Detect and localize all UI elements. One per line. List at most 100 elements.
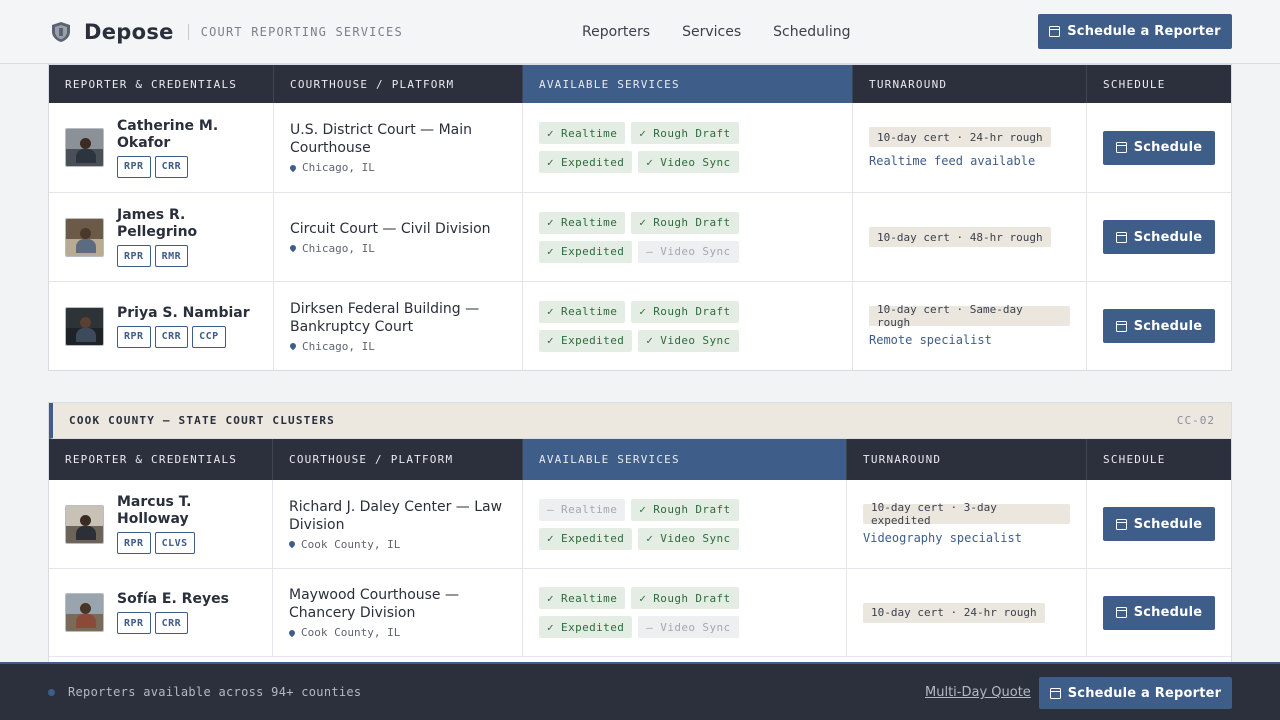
- reporter-name: James R.: [117, 207, 186, 223]
- logo[interactable]: Depose: [52, 20, 174, 44]
- turnaround-badge: 10-day cert · 3-day expedited: [863, 501, 1070, 527]
- turnaround-cell: 10-day cert · 48-hr rough: [853, 193, 1087, 281]
- credential-badge: RPR: [117, 612, 151, 634]
- reporter-name: Marcus T.: [117, 494, 192, 510]
- turnaround-note: Videography specialist: [863, 530, 1022, 545]
- main-nav: Reporters Services Scheduling: [582, 0, 851, 64]
- reporter-name-line2: Pellegrino: [117, 224, 198, 240]
- turnaround-cell: 10-day cert · 3-day expedited Videograph…: [847, 480, 1087, 568]
- courthouse-name: Maywood Courthouse —: [289, 587, 459, 603]
- schedule-button[interactable]: Schedule: [1103, 507, 1215, 541]
- service-tag-unavailable: – Video Sync: [638, 616, 739, 638]
- calendar-icon: [1115, 607, 1127, 618]
- service-tag: ✓ Realtime: [539, 587, 626, 609]
- service-tag: ✓ Rough Draft: [631, 211, 739, 234]
- status-dot-icon: [48, 688, 55, 696]
- col-courthouse: COURTHOUSE / PLATFORM: [274, 65, 523, 103]
- credential-badge: RMR: [154, 245, 189, 267]
- col-schedule: SCHEDULE: [1103, 453, 1166, 466]
- calendar-icon: [1049, 687, 1061, 699]
- courthouse-name-line2: Division: [289, 516, 345, 533]
- turnaround-note: Remote specialist: [869, 332, 992, 347]
- col-turnaround: TURNAROUND: [847, 439, 1087, 480]
- sticky-footer: Reporters available across 94+ counties …: [0, 662, 1280, 720]
- courthouse-location: Cook County, IL: [301, 626, 401, 639]
- schedule-reporter-button[interactable]: Schedule a Reporter: [1038, 14, 1232, 49]
- calendar-icon: [1115, 231, 1127, 243]
- service-tag: ✓ Video Sync: [638, 527, 739, 550]
- avatar: [65, 217, 104, 257]
- service-tag: ✓ Realtime: [539, 211, 626, 234]
- courthouse-location: Cook County, IL: [301, 537, 401, 551]
- courthouse-cell: Maywood Courthouse — Chancery Division C…: [273, 569, 523, 656]
- brand-name: Depose: [84, 19, 174, 44]
- footer-schedule-reporter-button[interactable]: Schedule a Reporter: [1039, 677, 1232, 709]
- courthouse-cell: U.S. District Court — Main Courthouse Ch…: [274, 103, 523, 192]
- col-turnaround: TURNAROUND: [853, 65, 1087, 103]
- avatar: [65, 504, 104, 544]
- location-pin-icon: [287, 539, 297, 549]
- schedule-cell: Schedule: [1087, 282, 1231, 370]
- courthouse-location: Chicago, IL: [302, 161, 375, 174]
- col-reporter: REPORTER & CREDENTIALS: [49, 65, 274, 103]
- service-tag: ✓ Expedited: [539, 151, 633, 173]
- services-cell: – Realtime ✓ Rough Draft ✓ Expedited ✓ V…: [523, 480, 847, 568]
- schedule-button-label: Schedule: [1133, 605, 1203, 620]
- table-header: REPORTER & CREDENTIALS COURTHOUSE / PLAT…: [49, 439, 1231, 480]
- schedule-button-label: Schedule: [1133, 318, 1203, 334]
- turnaround-badge: 10-day cert · 24-hr rough: [869, 127, 1051, 147]
- credential-badge: RPR: [117, 155, 151, 178]
- turnaround-badge: 10-day cert · 48-hr rough: [869, 227, 1051, 247]
- turnaround-badge: 10-day cert · 24-hr rough: [863, 602, 1045, 623]
- reporter-table-1: REPORTER & CREDENTIALS COURTHOUSE / PLAT…: [48, 64, 1232, 371]
- col-reporter: REPORTER & CREDENTIALS: [49, 439, 273, 480]
- turnaround-badge: 10-day cert · Same-day rough: [869, 303, 1070, 329]
- courthouse-cell: Dirksen Federal Building — Bankruptcy Co…: [274, 282, 523, 370]
- credential-badge: RPR: [117, 532, 151, 554]
- credential-badge: RPR: [117, 325, 151, 348]
- courthouse-cell: Richard J. Daley Center — Law Division C…: [273, 480, 523, 568]
- courthouse-name: Dirksen Federal Building —: [290, 300, 480, 317]
- services-cell: ✓ Realtime ✓ Rough Draft ✓ Expedited – V…: [523, 569, 847, 656]
- table-row: James R. Pellegrino RPR RMR Circuit Cour…: [49, 193, 1231, 282]
- schedule-button[interactable]: Schedule: [1103, 130, 1215, 165]
- credential-badge: CLVS: [154, 532, 195, 554]
- calendar-icon: [1115, 320, 1127, 332]
- schedule-button-label: Schedule: [1133, 229, 1203, 245]
- schedule-cell: Schedule: [1087, 480, 1231, 568]
- footer-schedule-reporter-label: Schedule a Reporter: [1067, 685, 1222, 701]
- service-tag: ✓ Rough Draft: [631, 122, 739, 144]
- col-services: AVAILABLE SERVICES: [523, 65, 853, 103]
- service-tag: ✓ Rough Draft: [631, 300, 739, 323]
- turnaround-note: Realtime feed available: [869, 154, 1036, 168]
- reporter-cell: James R. Pellegrino RPR RMR: [49, 193, 274, 281]
- turnaround-cell: 10-day cert · 24-hr rough Realtime feed …: [853, 103, 1087, 192]
- avatar: [65, 593, 104, 632]
- service-tag-unavailable: – Video Sync: [638, 240, 739, 263]
- col-courthouse: COURTHOUSE / PLATFORM: [273, 439, 523, 480]
- location-pin-icon: [288, 243, 298, 253]
- col-services: AVAILABLE SERVICES: [523, 439, 847, 480]
- section-code: CC-02: [1176, 414, 1215, 427]
- reporter-cell: Priya S. Nambiar RPR CRR CCP: [49, 282, 274, 370]
- schedule-button[interactable]: Schedule: [1103, 595, 1215, 630]
- brand-divider: [187, 23, 189, 40]
- schedule-button[interactable]: Schedule: [1103, 220, 1215, 254]
- nav-reporters[interactable]: Reporters: [582, 24, 650, 40]
- nav-scheduling[interactable]: Scheduling: [773, 24, 850, 40]
- courthouse-name: U.S. District Court — Main: [290, 122, 472, 138]
- schedule-button[interactable]: Schedule: [1103, 309, 1215, 343]
- service-tag: ✓ Video Sync: [638, 151, 739, 173]
- turnaround-cell: 10-day cert · 24-hr rough: [847, 569, 1087, 656]
- nav-services[interactable]: Services: [682, 24, 741, 40]
- service-tag: ✓ Expedited: [539, 329, 633, 352]
- multi-day-quote-link[interactable]: Multi-Day Quote: [925, 685, 1031, 700]
- calendar-icon: [1049, 26, 1061, 37]
- table-header: REPORTER & CREDENTIALS COURTHOUSE / PLAT…: [49, 65, 1231, 103]
- reporter-name: Priya S. Nambiar: [117, 304, 250, 321]
- service-tag: ✓ Expedited: [539, 527, 633, 550]
- schedule-cell: Schedule: [1087, 103, 1231, 192]
- courthouse-name-line2: Courthouse: [290, 140, 371, 156]
- courthouse-cell: Circuit Court — Civil Division Chicago, …: [274, 193, 523, 281]
- service-tag: ✓ Rough Draft: [631, 498, 739, 521]
